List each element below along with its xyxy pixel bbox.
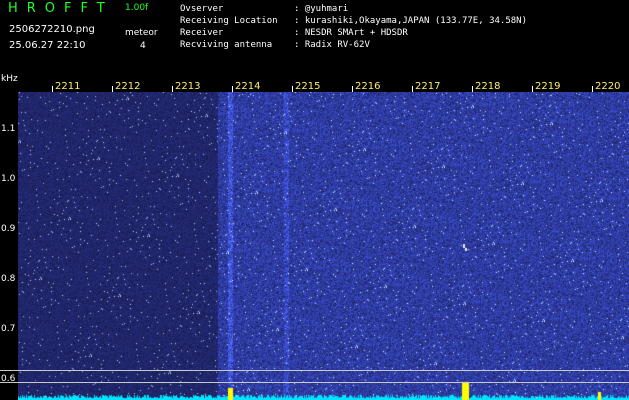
filename-label: 2506272210.png [9, 24, 95, 35]
x-tick-label: 2213 [175, 81, 201, 92]
y-tick-label: 0.7 [1, 324, 16, 334]
x-tick-label: 2212 [115, 81, 141, 92]
info-label: Receiver [180, 28, 224, 38]
app-title: HROFFT [8, 1, 114, 16]
reference-line [0, 370, 629, 371]
info-row-receiver: Receiver : NESDR SMArt + HDSDR [180, 27, 408, 39]
reference-line [0, 382, 629, 383]
x-tick-label: 2214 [235, 81, 261, 92]
datetime-label: 25.06.27 22:10 [9, 40, 86, 51]
info-value: : NESDR SMArt + HDSDR [294, 28, 408, 38]
x-tick-label: 2219 [535, 81, 561, 92]
info-value: : kurashiki,Okayama,JAPAN (133.77E, 34.5… [294, 16, 527, 26]
y-tick-label: 0.9 [1, 224, 16, 234]
info-label: Ovserver [180, 4, 224, 14]
info-value: : Radix RV-62V [294, 40, 370, 50]
x-tick-label: 2220 [595, 81, 621, 92]
version-label: 1.00f [125, 3, 149, 13]
x-tick-label: 2211 [55, 81, 81, 92]
x-tick-label: 2215 [295, 81, 321, 92]
y-axis-unit: kHz [1, 74, 18, 84]
x-tick-label: 2218 [475, 81, 501, 92]
info-row-antenna: Recviving antenna : Radix RV-62V [180, 39, 370, 51]
x-tick-label: 2217 [415, 81, 441, 92]
info-row-observer: Ovserver : @yuhmari [180, 3, 348, 15]
mode-label: meteor [125, 28, 158, 38]
count-label: 4 [140, 41, 146, 51]
info-row-location: Receiving Location : kurashiki,Okayama,JA… [180, 15, 527, 27]
info-value: : @yuhmari [294, 4, 349, 14]
info-label: Receiving Location [180, 16, 278, 26]
info-label: Recviving antenna [180, 40, 273, 50]
x-tick-label: 2216 [355, 81, 381, 92]
y-tick-label: 1.1 [1, 124, 16, 134]
y-tick-label: 1.0 [1, 174, 16, 184]
waterfall-spectrogram[interactable] [18, 92, 629, 400]
header-panel: HROFFT 1.00f 2506272210.png meteor 25.06… [0, 0, 629, 76]
y-tick-label: 0.8 [1, 274, 16, 284]
